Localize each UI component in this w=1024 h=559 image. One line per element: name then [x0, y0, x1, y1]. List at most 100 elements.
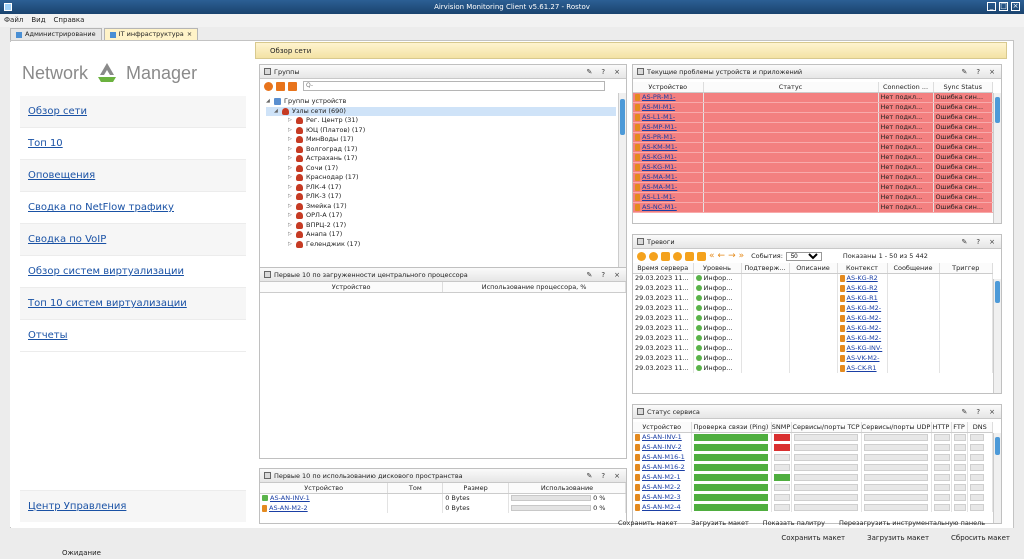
tree-node[interactable]: ▷ ОРЛ-А (17): [266, 211, 616, 221]
tree-node[interactable]: ▷ Сочи (17): [266, 164, 616, 174]
column-header[interactable]: Размер: [442, 483, 510, 494]
load-layout-link[interactable]: Загрузить макет: [691, 518, 749, 528]
edit-icon[interactable]: ✎: [962, 408, 968, 416]
scrollbar-thumb[interactable]: [995, 437, 1000, 455]
expand-arrow-icon[interactable]: ▷: [288, 211, 293, 221]
column-header[interactable]: Подтверж...: [741, 263, 790, 274]
tree-node[interactable]: ▷ МинВоды (17): [266, 135, 616, 145]
expand-arrow-icon[interactable]: ▷: [288, 126, 293, 136]
sidebar-item-netflow[interactable]: Сводка по NetFlow трафику: [20, 192, 246, 224]
column-header[interactable]: Устройство: [260, 483, 389, 494]
column-header[interactable]: Сервисы/порты TCP: [791, 422, 862, 433]
menu-view[interactable]: Вид: [31, 14, 45, 27]
context-link[interactable]: AS-KG-R2: [847, 284, 878, 292]
device-link[interactable]: AS-AN-M2-4: [642, 503, 681, 511]
table-row[interactable]: AS-MP-M1- Нет подкл... Ошибка син...: [633, 122, 993, 133]
refresh-icon[interactable]: [264, 81, 273, 91]
context-link[interactable]: AS-KG-M2-: [847, 314, 882, 322]
column-header[interactable]: Сервисы/порты UDP: [861, 422, 932, 433]
export-icon[interactable]: [685, 251, 694, 261]
expand-arrow-icon[interactable]: ▷: [288, 135, 293, 145]
prev-page-icon[interactable]: ←: [718, 251, 726, 261]
show-palette-link[interactable]: Показать палитру: [763, 518, 825, 528]
expand-arrow-icon[interactable]: ▷: [288, 230, 293, 240]
device-link[interactable]: AS-AN-M16-1: [642, 453, 685, 461]
expand-icon[interactable]: [276, 81, 285, 91]
menu-help[interactable]: Справка: [54, 14, 85, 27]
table-row[interactable]: 29.03.2023 11... Инфор... AS-KG-R2: [633, 283, 993, 293]
edit-icon[interactable]: ✎: [962, 68, 968, 76]
scrollbar-thumb[interactable]: [995, 281, 1000, 303]
context-link[interactable]: AS-KG-INV-: [847, 344, 883, 352]
device-link[interactable]: AS-AN-INV-1: [642, 433, 682, 441]
search-input[interactable]: Q-: [303, 81, 605, 91]
reload-dashboard-link[interactable]: Перезагрузить инструментальную панель: [839, 518, 985, 528]
context-link[interactable]: AS-KG-M2-: [847, 324, 882, 332]
upload-icon[interactable]: [697, 251, 706, 261]
tree-node[interactable]: ▷ Анапа (17): [266, 230, 616, 240]
help-icon[interactable]: ?: [601, 472, 605, 480]
refresh-icon[interactable]: [673, 251, 682, 261]
table-row[interactable]: AS-AN-M16-1: [633, 452, 993, 462]
table-row[interactable]: 29.03.2023 11... Инфор... AS-KG-R2: [633, 273, 993, 283]
table-row[interactable]: 29.03.2023 11... Инфор... AS-KG-M2-: [633, 323, 993, 333]
events-select[interactable]: 50: [785, 251, 822, 261]
device-link[interactable]: AS-KG-M1-: [642, 153, 677, 161]
device-link[interactable]: AS-KM-M1-: [642, 143, 677, 151]
filter-icon[interactable]: [661, 251, 670, 261]
tree-node[interactable]: ▷ Геленджик (17): [266, 240, 616, 250]
table-row[interactable]: AS-NC-M1- Нет подкл... Ошибка син...: [633, 202, 993, 213]
edit-icon[interactable]: ✎: [587, 271, 593, 279]
close-icon[interactable]: ×: [1011, 2, 1020, 11]
column-header[interactable]: Устройство: [633, 82, 704, 93]
device-link[interactable]: AS-L1-M1-: [642, 193, 675, 201]
column-header[interactable]: FTP: [951, 422, 968, 433]
table-row[interactable]: 29.03.2023 11... Инфор... AS-KG-INV-: [633, 343, 993, 353]
table-row[interactable]: 29.03.2023 11... Инфор... AS-KG-M2-: [633, 333, 993, 343]
add-icon[interactable]: [637, 251, 646, 261]
close-icon[interactable]: ×: [614, 68, 620, 76]
table-row[interactable]: 29.03.2023 11... Инфор... AS-KG-M2-: [633, 313, 993, 323]
first-page-icon[interactable]: «: [709, 251, 715, 261]
column-header[interactable]: Описание: [789, 263, 838, 274]
edit-icon[interactable]: ✎: [587, 68, 593, 76]
expand-arrow-icon[interactable]: ▷: [288, 221, 293, 231]
next-page-icon[interactable]: →: [728, 251, 736, 261]
alarms-scrollbar[interactable]: [993, 279, 1001, 393]
device-link[interactable]: AS-AN-M16-2: [642, 463, 685, 471]
column-header[interactable]: Статус: [703, 82, 879, 93]
sidebar-item-alerts[interactable]: Оповещения: [20, 160, 246, 192]
tree-node[interactable]: ▷ ВПРЦ-2 (17): [266, 221, 616, 231]
context-link[interactable]: AS-KG-M2-: [847, 334, 882, 342]
device-link[interactable]: AS-AN-INV-2: [642, 443, 682, 451]
tree-node[interactable]: ▷ РЛК-3 (17): [266, 192, 616, 202]
service-scrollbar[interactable]: [993, 433, 1001, 523]
expand-arrow-icon[interactable]: ▷: [288, 192, 293, 202]
expand-arrow-icon[interactable]: ▷: [288, 173, 293, 183]
column-header[interactable]: HTTP: [931, 422, 952, 433]
column-header[interactable]: Sync Status: [933, 82, 993, 93]
expand-arrow-icon[interactable]: ▷: [288, 164, 293, 174]
device-link[interactable]: AS-AN-M2-3: [642, 493, 681, 501]
help-icon[interactable]: ?: [976, 68, 980, 76]
expand-arrow-icon[interactable]: ◢: [266, 97, 271, 107]
table-row[interactable]: AS-AN-M2-4: [633, 502, 993, 512]
play-icon[interactable]: [649, 251, 658, 261]
device-link[interactable]: AS-AN-M2-2: [642, 483, 681, 491]
column-header[interactable]: Использование процессора, %: [442, 282, 626, 293]
tree-node[interactable]: ▷ Змейка (17): [266, 202, 616, 212]
device-link[interactable]: AS-AN-M2-1: [642, 473, 681, 481]
close-icon[interactable]: ×: [614, 472, 620, 480]
tree-node[interactable]: ▷ Рег. Центр (31): [266, 116, 616, 126]
table-row[interactable]: AS-AN-M2-2 0 Bytes 0 %: [260, 503, 626, 513]
load-layout-button[interactable]: Загрузить макет: [867, 534, 929, 542]
close-icon[interactable]: ×: [989, 238, 995, 246]
table-row[interactable]: AS-AN-M2-3: [633, 492, 993, 502]
device-link[interactable]: AS-MI-M1-: [642, 103, 675, 111]
table-row[interactable]: 29.03.2023 11... Инфор... AS-KG-R1: [633, 293, 993, 303]
column-header[interactable]: DNS: [967, 422, 993, 433]
table-row[interactable]: 29.03.2023 11... Инфор... AS-CK-R1: [633, 363, 993, 373]
expand-arrow-icon[interactable]: ▷: [288, 202, 293, 212]
tree-node-network[interactable]: ◢ Узлы сети (690): [266, 106, 616, 116]
device-link[interactable]: AS-NC-M1-: [642, 203, 677, 211]
